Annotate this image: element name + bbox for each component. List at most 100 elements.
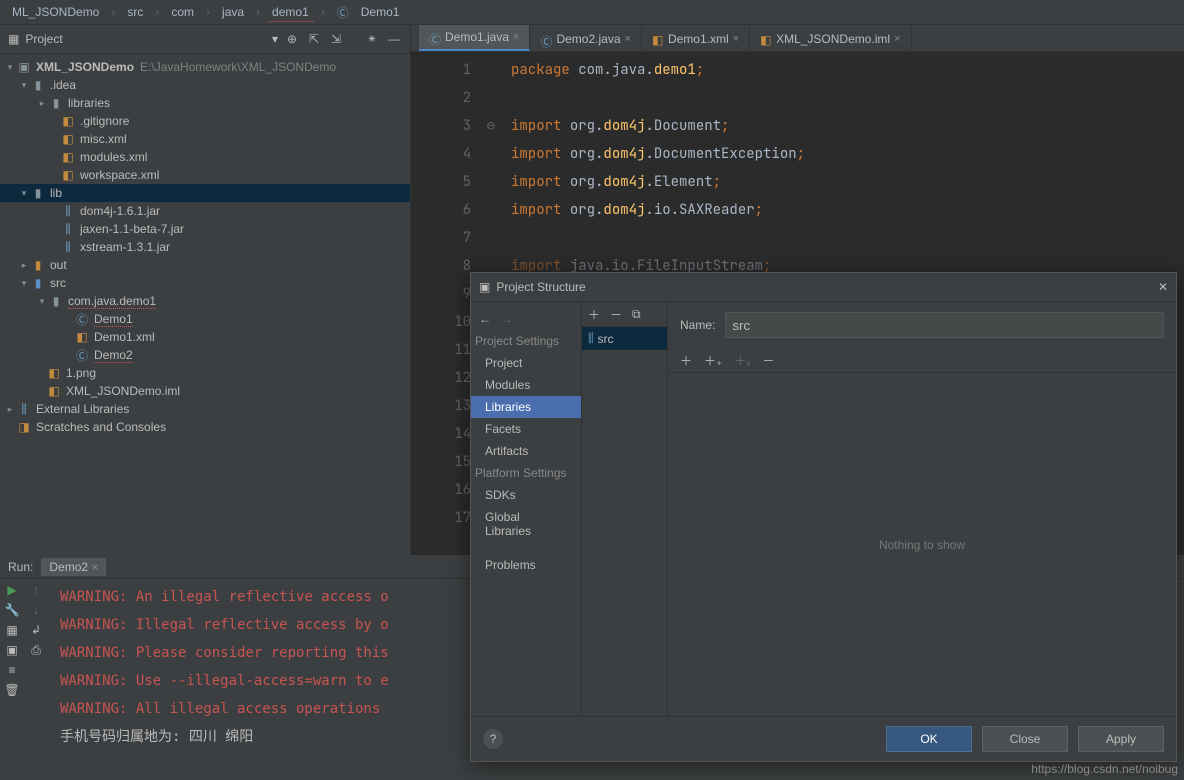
tree-xstream-jar[interactable]: ⫼xstream-1.3.1.jar [0, 238, 410, 256]
fold-icon[interactable]: ⊖ [487, 112, 495, 140]
rerun-icon[interactable]: ▶ [7, 583, 16, 597]
chevron-right-icon: › [107, 3, 119, 21]
tree-miscxml[interactable]: ◧misc.xml [0, 130, 410, 148]
nav-problems[interactable]: Problems [471, 554, 581, 576]
add-attach-icon[interactable]: ＋₊ [704, 352, 722, 369]
breadcrumb-bar: ML_JSONDemo › src › com › java › demo1 ›… [0, 0, 1184, 25]
copy-icon[interactable]: ⧉ [632, 307, 641, 322]
tree-idea[interactable]: ▾▮.idea [0, 76, 410, 94]
close-icon[interactable]: × [91, 560, 98, 574]
breadcrumb-java[interactable]: java [218, 3, 248, 21]
apply-button[interactable]: Apply [1078, 726, 1164, 752]
pin-icon[interactable]: ▣ [6, 643, 17, 657]
tree-out[interactable]: ▸▮out [0, 256, 410, 274]
chevron-right-icon: › [252, 3, 264, 21]
breadcrumb-src[interactable]: src [123, 3, 147, 21]
library-icon: ⫼ [588, 331, 594, 346]
tree-workspacexml[interactable]: ◧workspace.xml [0, 166, 410, 184]
library-item-src[interactable]: ⫼src [582, 327, 667, 350]
nav-artifacts[interactable]: Artifacts [471, 440, 581, 462]
run-toolbar-left: ▶ 🔧 ▦ ▣ ≡ 🗑 [0, 579, 24, 755]
chevron-right-icon: › [202, 3, 214, 21]
nav-sdks[interactable]: SDKs [471, 484, 581, 506]
nav-facets[interactable]: Facets [471, 418, 581, 440]
xml-icon: ◧ [652, 33, 664, 45]
library-name-input[interactable] [725, 312, 1164, 338]
project-tree[interactable]: ▾▣XML_JSONDemoE:\JavaHomework\XML_JSONDe… [0, 54, 410, 555]
tree-png[interactable]: ◧1.png [0, 364, 410, 382]
class-icon: Ⓒ [540, 33, 552, 45]
nav-modules[interactable]: Modules [471, 374, 581, 396]
add-icon[interactable]: ＋ [680, 352, 692, 369]
tree-gitignore[interactable]: ◧.gitignore [0, 112, 410, 130]
chevron-right-icon: › [151, 3, 163, 21]
nav-libraries[interactable]: Libraries [471, 396, 581, 418]
tree-src[interactable]: ▾▮src [0, 274, 410, 292]
collapse-all-icon[interactable]: ⇲ [328, 31, 344, 47]
wrap-icon[interactable]: ↲ [31, 623, 41, 637]
tree-package[interactable]: ▾▮com.java.demo1 [0, 292, 410, 310]
tree-dom4j-jar[interactable]: ⫼dom4j-1.6.1.jar [0, 202, 410, 220]
project-panel-title[interactable]: Project [25, 32, 266, 46]
dialog-nav: ← → Project Settings Project Modules Libr… [471, 302, 582, 716]
class-icon: Ⓒ [429, 31, 441, 43]
iml-icon: ◧ [760, 33, 772, 45]
tree-lib[interactable]: ▾▮lib [0, 184, 410, 202]
tree-project-root[interactable]: ▾▣XML_JSONDemoE:\JavaHomework\XML_JSONDe… [0, 58, 410, 76]
close-icon[interactable]: × [513, 31, 519, 43]
remove-icon[interactable]: － [610, 306, 622, 323]
project-view-icon: ▦ [8, 32, 19, 46]
tool-icon[interactable]: 🔧 [5, 603, 20, 617]
back-icon[interactable]: ← [479, 312, 491, 326]
nav-project[interactable]: Project [471, 352, 581, 374]
run-toolbar-left2: ↑ ↓ ↲ ⎙ [24, 579, 48, 755]
print-icon[interactable]: ⎙ [31, 643, 41, 658]
add-exclude-icon[interactable]: ＋ₓ [734, 352, 750, 369]
nav-heading-project: Project Settings [471, 330, 581, 352]
tree-external-libraries[interactable]: ▸⫼External Libraries [0, 400, 410, 418]
dialog-detail: Name: ＋ ＋₊ ＋ₓ － Nothing to show [668, 302, 1176, 716]
name-label: Name: [680, 318, 715, 332]
tab-demo1xml[interactable]: ◧Demo1.xml× [642, 27, 750, 51]
breadcrumb-class[interactable]: Demo1 [357, 3, 404, 21]
close-button[interactable]: Close [982, 726, 1068, 752]
tab-demo1[interactable]: ⒸDemo1.java× [419, 25, 530, 51]
gear-icon[interactable]: ✴ [364, 31, 380, 47]
run-tab[interactable]: Demo2 × [41, 558, 106, 576]
layout-icon[interactable]: ▦ [6, 623, 17, 637]
up-icon[interactable]: ↑ [33, 583, 39, 597]
run-title: Run: [8, 560, 33, 574]
breadcrumb-com[interactable]: com [167, 3, 198, 21]
tree-demo2-class[interactable]: ⒸDemo2 [0, 346, 410, 364]
remove-icon[interactable]: － [762, 352, 774, 369]
close-icon[interactable]: × [625, 33, 631, 45]
tree-demo1-xml[interactable]: ◧Demo1.xml [0, 328, 410, 346]
breadcrumb-demo1[interactable]: demo1 [268, 3, 313, 22]
nav-global-libraries[interactable]: Global Libraries [471, 506, 581, 542]
tree-iml[interactable]: ◧XML_JSONDemo.iml [0, 382, 410, 400]
close-icon[interactable]: × [733, 33, 739, 45]
tree-scratches[interactable]: ◨Scratches and Consoles [0, 418, 410, 436]
expand-all-icon[interactable]: ⇱ [306, 31, 322, 47]
tree-jaxen-jar[interactable]: ⫼jaxen-1.1-beta-7.jar [0, 220, 410, 238]
ok-button[interactable]: OK [886, 726, 972, 752]
locate-icon[interactable]: ⊕ [284, 31, 300, 47]
help-icon[interactable]: ? [483, 729, 503, 749]
dropdown-icon[interactable]: ▾ [272, 32, 278, 46]
trash-icon[interactable]: 🗑 [4, 683, 19, 697]
tree-libraries-folder[interactable]: ▸▮libraries [0, 94, 410, 112]
down-icon[interactable]: ↓ [33, 603, 39, 617]
tree-modulesxml[interactable]: ◧modules.xml [0, 148, 410, 166]
tab-iml[interactable]: ◧XML_JSONDemo.iml× [750, 27, 911, 51]
dump-icon[interactable]: ≡ [8, 663, 15, 677]
close-icon[interactable]: ✕ [1158, 280, 1168, 294]
tree-demo1-class[interactable]: ⒸDemo1 [0, 310, 410, 328]
add-icon[interactable]: ＋ [588, 306, 600, 323]
close-icon[interactable]: × [894, 33, 900, 45]
hide-icon[interactable]: — [386, 31, 402, 47]
watermark: https://blog.csdn.net/noibug [1031, 762, 1178, 776]
dialog-title: Project Structure [496, 280, 1152, 294]
breadcrumb-root[interactable]: ML_JSONDemo [8, 3, 103, 21]
forward-icon[interactable]: → [501, 312, 513, 326]
tab-demo2[interactable]: ⒸDemo2.java× [530, 27, 641, 51]
